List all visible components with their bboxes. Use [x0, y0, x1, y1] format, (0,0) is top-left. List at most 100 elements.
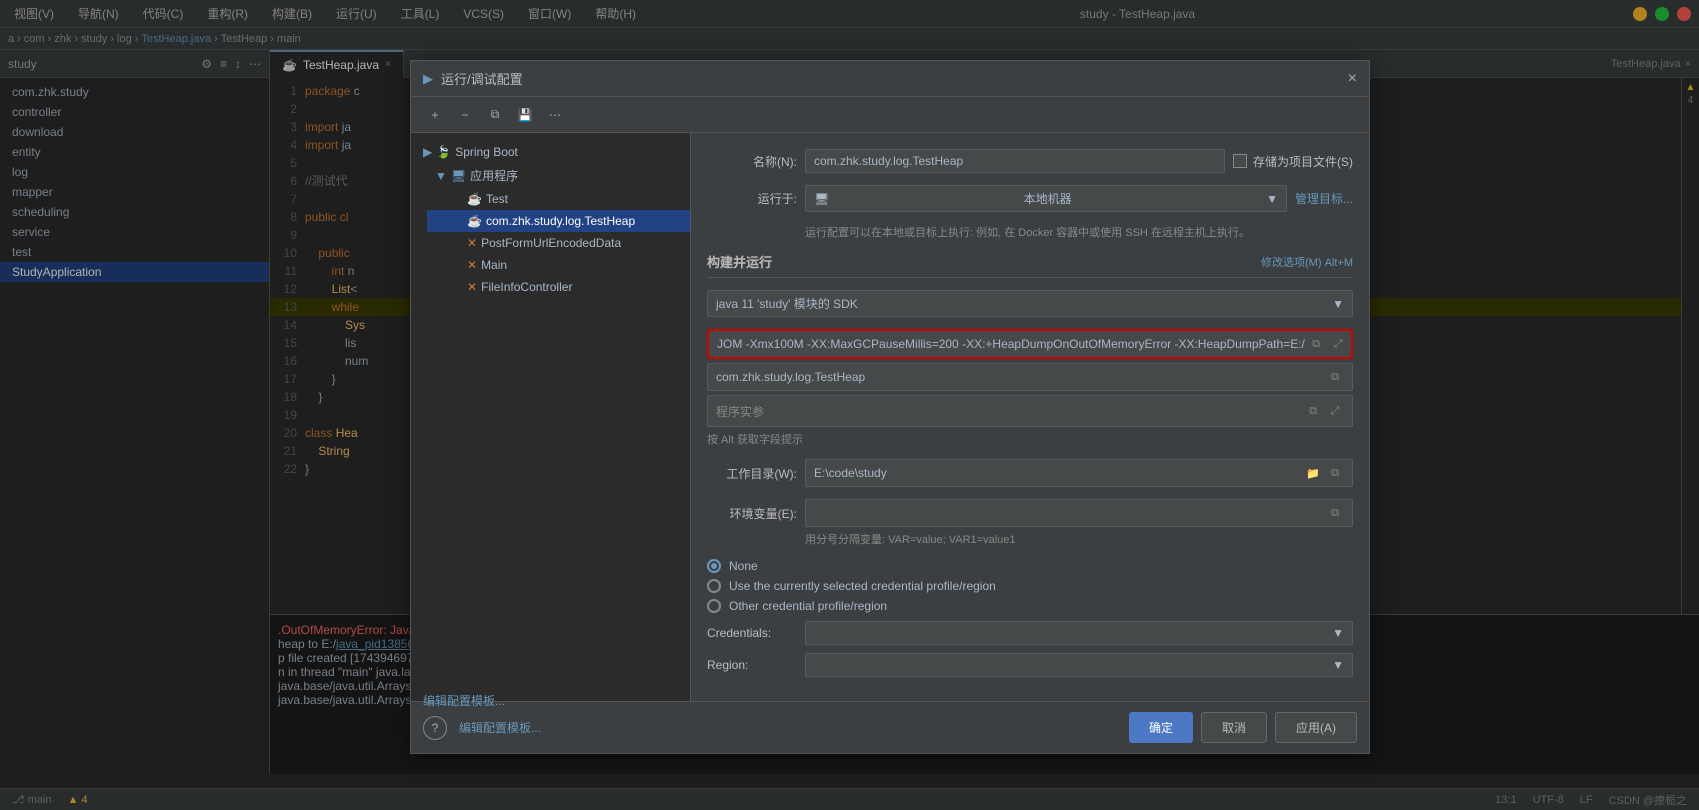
tree-testheap[interactable]: ☕ com.zhk.study.log.TestHeap — [427, 210, 690, 232]
expand-args-icon[interactable]: ⧉ — [1304, 402, 1322, 420]
run-on-label: 运行于: — [707, 190, 797, 207]
build-run-section: 构建并运行 修改选项(M) Alt+M — [707, 252, 1353, 278]
more-config-button[interactable]: ⋯ — [543, 103, 567, 127]
dialog-close-button[interactable]: × — [1348, 70, 1357, 88]
run-debug-dialog: ▶ 运行/调试配置 × + − ⧉ 💾 ⋯ ▶ 🍃 Spring — [410, 60, 1370, 754]
modify-options-link[interactable]: 修改选项(M) Alt+M — [1261, 254, 1353, 270]
program-args-placeholder: 程序实参 — [716, 403, 764, 420]
radio-currently[interactable]: Use the currently selected credential pr… — [707, 579, 1353, 593]
region-dropdown[interactable]: ▼ — [805, 653, 1353, 677]
radio-other-label: Other credential profile/region — [729, 599, 887, 613]
remove-config-button[interactable]: − — [453, 103, 477, 127]
run-on-dropdown[interactable]: 🖥 本地机器 ▼ — [805, 185, 1287, 212]
sdk-value: java 11 'study' 模块的 SDK — [716, 295, 858, 312]
credentials-arrow-icon: ▼ — [1332, 626, 1344, 640]
vm-options-icons: ⧉ ⤢ — [1307, 335, 1347, 353]
name-input[interactable] — [805, 149, 1225, 173]
region-arrow-icon: ▼ — [1332, 658, 1344, 672]
env-label: 环境变量(E): — [707, 505, 797, 522]
dialog-toolbar: + − ⧉ 💾 ⋯ — [411, 97, 1369, 133]
radio-none[interactable]: None — [707, 559, 1353, 573]
main-class-text: com.zhk.study.log.TestHeap — [716, 370, 865, 384]
program-args-icons: ⧉ ⤢ — [1304, 402, 1344, 420]
testheap-icon: ☕ — [467, 214, 482, 228]
expand-class-icon[interactable]: ⧉ — [1326, 368, 1344, 386]
vm-options-area[interactable]: JOM -Xmx100M -XX:MaxGCPauseMillis=200 -X… — [707, 329, 1353, 359]
run-info: 运行配置可以在本地或目标上执行: 例如, 在 Docker 容器中或使用 SSH… — [707, 224, 1353, 240]
main-class-input[interactable]: com.zhk.study.log.TestHeap ⧉ — [707, 363, 1353, 391]
tree-spring-boot-label: Spring Boot — [455, 145, 518, 159]
edit-templates-container: 编辑配置模板... — [411, 298, 690, 310]
fileinfo-icon: ✕ — [467, 280, 477, 294]
sdk-arrow-icon: ▼ — [1332, 297, 1344, 311]
program-args-area[interactable]: 程序实参 ⧉ ⤢ — [707, 395, 1353, 427]
tree-main-label: Main — [481, 258, 507, 272]
expand-workdir-icon[interactable]: ⧉ — [1326, 464, 1344, 482]
folder-icon[interactable]: 📁 — [1304, 464, 1322, 482]
fullscreen-args-icon[interactable]: ⤢ — [1326, 402, 1344, 420]
region-row: Region: ▼ — [707, 653, 1353, 677]
footer-buttons: 确定 取消 应用(A) — [1129, 712, 1357, 743]
ide-window: 视图(V) 导航(N) 代码(C) 重构(R) 构建(B) 运行(U) 工具(L… — [0, 0, 1699, 810]
run-on-icon: 🖥 — [814, 192, 829, 206]
radio-currently-label: Use the currently selected credential pr… — [729, 579, 996, 593]
work-dir-input[interactable]: E:\code\study 📁 ⧉ — [805, 459, 1353, 487]
tree-test-label: Test — [486, 192, 508, 206]
manage-target-link[interactable]: 管理目标... — [1295, 190, 1353, 207]
dialog-footer: ? 编辑配置模板... 确定 取消 应用(A) — [411, 701, 1369, 753]
expand-env-icon[interactable]: ⧉ — [1326, 504, 1344, 522]
sdk-dropdown[interactable]: java 11 'study' 模块的 SDK ▼ — [707, 290, 1353, 317]
tree-app-program-label: 应用程序 — [470, 167, 518, 184]
run-on-value: 本地机器 — [1024, 190, 1072, 207]
tree-fileinfo-label: FileInfoController — [481, 280, 572, 294]
work-dir-icons: 📁 ⧉ — [1304, 464, 1344, 482]
tree-fileinfo[interactable]: ✕ FileInfoController — [427, 276, 690, 298]
work-dir-value: E:\code\study — [814, 466, 887, 480]
env-row: 环境变量(E): ⧉ — [707, 499, 1353, 527]
dialog-form: 名称(N): 存储为项目文件(S) 运行于: 🖥 本地机器 — [691, 133, 1369, 701]
tree-spring-boot[interactable]: ▶ 🍃 Spring Boot — [411, 141, 690, 163]
fullscreen-vm-icon[interactable]: ⤢ — [1329, 335, 1347, 353]
credentials-dropdown[interactable]: ▼ — [805, 621, 1353, 645]
name-label: 名称(N): — [707, 153, 797, 170]
save-config-button[interactable]: 💾 — [513, 103, 537, 127]
edit-templates-bottom-link[interactable]: 编辑配置模板... — [459, 719, 541, 736]
dialog-icon: ▶ — [423, 71, 433, 87]
help-button[interactable]: ? — [423, 716, 447, 740]
tree-postform[interactable]: ✕ PostFormUrlEncodedData — [427, 232, 690, 254]
radio-none-label: None — [729, 559, 758, 573]
save-checkbox-box[interactable] — [1233, 154, 1247, 168]
env-input[interactable]: ⧉ — [805, 499, 1353, 527]
radio-currently-circle — [707, 579, 721, 593]
credentials-label: Credentials: — [707, 626, 797, 640]
apply-button[interactable]: 应用(A) — [1275, 712, 1357, 743]
tree-group: ☕ Test ☕ com.zhk.study.log.TestHeap ✕ Po… — [411, 188, 690, 298]
save-checkbox[interactable]: 存储为项目文件(S) — [1233, 153, 1353, 170]
cancel-button[interactable]: 取消 — [1201, 712, 1267, 743]
copy-config-button[interactable]: ⧉ — [483, 103, 507, 127]
expand-arrow-icon: ▼ — [435, 169, 447, 183]
work-dir-label: 工作目录(W): — [707, 465, 797, 482]
tree-app-program[interactable]: ▼ 🖥 应用程序 — [411, 163, 690, 188]
env-hint: 用分号分隔变量: VAR=value; VAR1=value1 — [707, 531, 1353, 547]
add-config-button[interactable]: + — [423, 103, 447, 127]
vm-options-text: JOM -Xmx100M -XX:MaxGCPauseMillis=200 -X… — [717, 337, 1305, 351]
app-icon: 🖥 — [451, 169, 466, 183]
radio-other[interactable]: Other credential profile/region — [707, 599, 1353, 613]
region-label: Region: — [707, 658, 797, 672]
tree-main[interactable]: ✕ Main — [427, 254, 690, 276]
footer-left: ? 编辑配置模板... — [423, 716, 541, 740]
dialog-title-bar: ▶ 运行/调试配置 × — [411, 61, 1369, 97]
tree-test[interactable]: ☕ Test — [427, 188, 690, 210]
run-on-arrow: ▼ — [1266, 192, 1278, 206]
run-on-row: 运行于: 🖥 本地机器 ▼ 管理目标... — [707, 185, 1353, 212]
tree-testheap-label: com.zhk.study.log.TestHeap — [486, 214, 635, 228]
name-row: 名称(N): 存储为项目文件(S) — [707, 149, 1353, 173]
arrow-icon: ▶ — [423, 145, 432, 159]
main-icon: ✕ — [467, 258, 477, 272]
confirm-button[interactable]: 确定 — [1129, 712, 1193, 743]
edit-templates-link[interactable]: 编辑配置模板... — [423, 692, 505, 709]
dialog-tree: ▶ 🍃 Spring Boot ▼ 🖥 应用程序 ☕ Test — [411, 133, 691, 701]
sdk-row: java 11 'study' 模块的 SDK ▼ — [707, 290, 1353, 317]
expand-vm-icon[interactable]: ⧉ — [1307, 335, 1325, 353]
